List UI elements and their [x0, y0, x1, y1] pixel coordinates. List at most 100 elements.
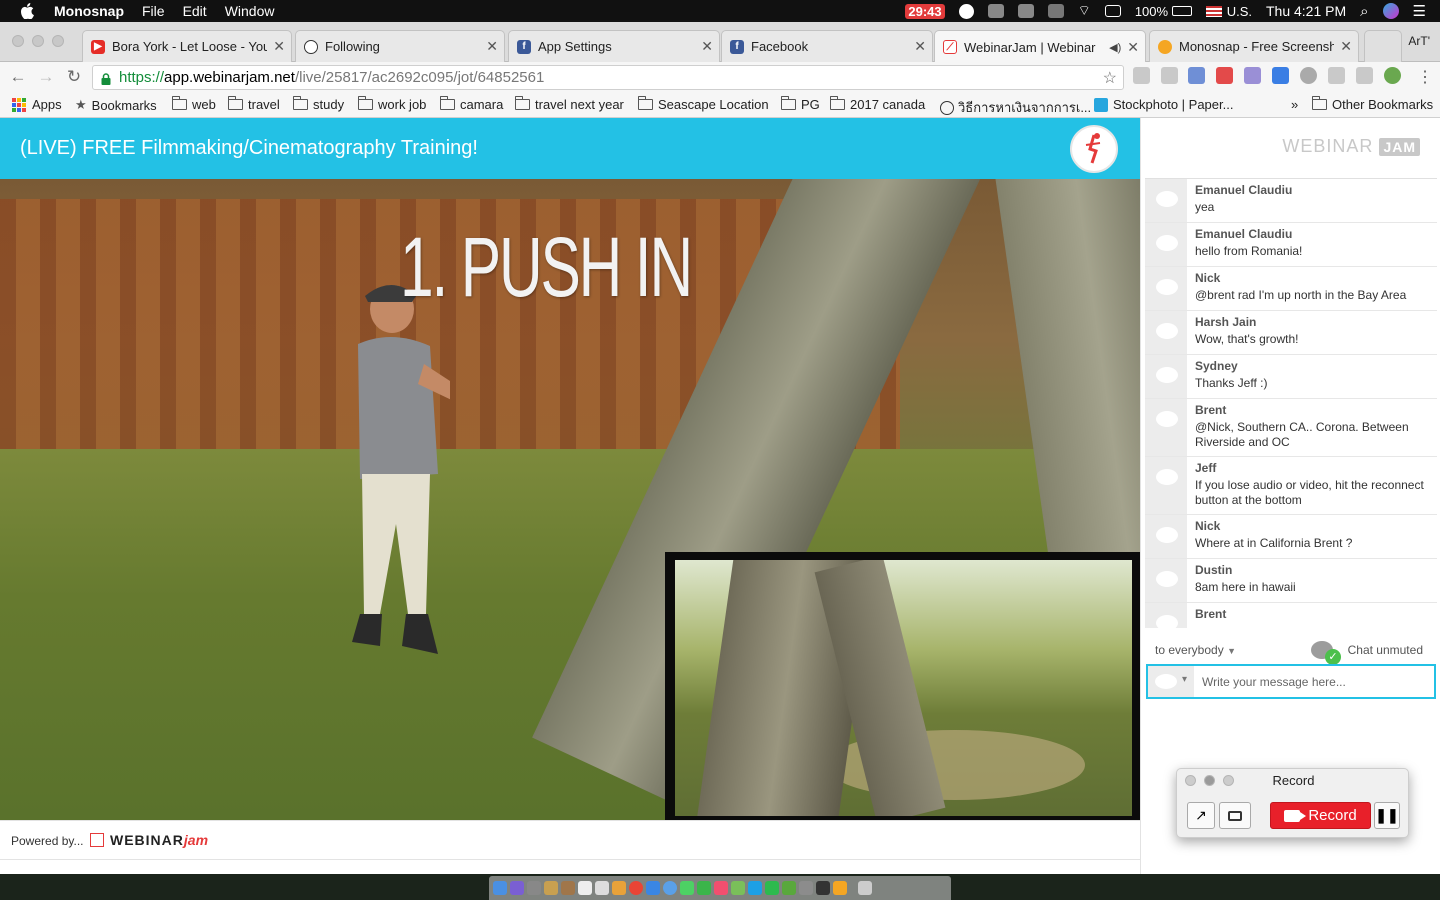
- launchpad-icon[interactable]: [527, 881, 541, 895]
- bookmark-apps[interactable]: Apps: [12, 97, 62, 112]
- close-tab-icon[interactable]: ✕: [486, 38, 498, 55]
- reminders-icon[interactable]: [595, 881, 609, 895]
- extension-earth-icon[interactable]: [1384, 67, 1401, 84]
- new-tab-button[interactable]: [1364, 30, 1402, 62]
- siri-dock-icon[interactable]: [510, 881, 524, 895]
- video-player[interactable]: 1. PUSH IN: [0, 179, 1140, 820]
- bookmark-folder-study[interactable]: study: [293, 96, 344, 112]
- trash-icon[interactable]: [858, 881, 872, 895]
- music-icon[interactable]: [714, 881, 728, 895]
- close-tab-icon[interactable]: ✕: [914, 38, 926, 55]
- draw-arrow-button[interactable]: ↗: [1187, 802, 1215, 829]
- cloud-icon[interactable]: [987, 4, 1004, 18]
- select-area-button[interactable]: [1219, 802, 1251, 829]
- close-tab-icon[interactable]: ✕: [1340, 38, 1352, 55]
- extension-play-icon[interactable]: [1216, 67, 1233, 84]
- reload-icon[interactable]: ↻: [64, 67, 84, 87]
- bookmark-folder-web[interactable]: web: [172, 96, 216, 112]
- chrome-icon[interactable]: [629, 881, 643, 895]
- extension-cloud-icon[interactable]: [1161, 67, 1178, 84]
- forward-icon[interactable]: →: [36, 67, 56, 87]
- record-button[interactable]: Record: [1270, 802, 1371, 829]
- bookmarks-overflow[interactable]: »: [1291, 97, 1298, 112]
- finder-icon[interactable]: [493, 881, 507, 895]
- menu-kebab-icon[interactable]: ⋮: [1417, 67, 1433, 87]
- pause-button[interactable]: ❚❚: [1374, 802, 1400, 829]
- extension-globe-icon[interactable]: [1133, 67, 1150, 84]
- bookmark-star-icon[interactable]: ☆: [1103, 68, 1117, 88]
- bookmark-thai[interactable]: วิธีการหาเงินจากการเ...: [940, 97, 1091, 118]
- photos-icon[interactable]: [612, 881, 626, 895]
- bookmark-folder-2017-canada[interactable]: 2017 canada: [830, 96, 925, 112]
- timer-status[interactable]: 29:43: [905, 3, 945, 19]
- bookmark-folder-work-job[interactable]: work job: [358, 96, 426, 112]
- tab-app-settings[interactable]: f App Settings ✕: [508, 30, 720, 62]
- tab-monosnap[interactable]: Monosnap - Free Screensho ✕: [1149, 30, 1359, 62]
- app-store-icon[interactable]: [646, 881, 660, 895]
- close-tab-icon[interactable]: ✕: [1127, 39, 1139, 56]
- menu-file[interactable]: File: [142, 3, 165, 19]
- tab-webinarjam[interactable]: ⟋ WebinarJam | Webinar ◀) ✕: [934, 30, 1146, 63]
- menu-app-name[interactable]: Monosnap: [54, 3, 124, 19]
- extension-card-icon[interactable]: [1328, 67, 1345, 84]
- airplay-icon[interactable]: [1104, 5, 1121, 17]
- extension-php-icon[interactable]: [1244, 67, 1261, 84]
- chat-message-list[interactable]: Emanuel Claudiu yea Emanuel Claudiu hello …: [1145, 178, 1437, 628]
- recipient-dropdown[interactable]: to everybody ▼: [1155, 643, 1236, 657]
- system-preferences-icon[interactable]: [799, 881, 813, 895]
- close-tab-icon[interactable]: ✕: [701, 38, 713, 55]
- siri-icon[interactable]: [1382, 3, 1399, 19]
- notes-icon[interactable]: [544, 881, 558, 895]
- address-bar[interactable]: https://app.webinarjam.net/live/25817/ac…: [92, 65, 1124, 90]
- input-source[interactable]: U.S.: [1205, 4, 1252, 19]
- facetime-icon[interactable]: [697, 881, 711, 895]
- minimize-window-button[interactable]: [32, 35, 44, 47]
- bookmark-bookmarks[interactable]: ★ Bookmarks: [75, 97, 157, 113]
- tab-youtube[interactable]: ▶ Bora York - Let Loose - You ✕: [82, 30, 292, 62]
- bookmark-folder-travel-next-year[interactable]: travel next year: [515, 96, 624, 112]
- extension-badge-icon[interactable]: [1272, 67, 1289, 84]
- bookmark-folder-camara[interactable]: camara: [440, 96, 503, 112]
- extension-cloud2-icon[interactable]: [1356, 67, 1373, 84]
- menu-edit[interactable]: Edit: [183, 3, 207, 19]
- alert-icon[interactable]: [1017, 4, 1034, 18]
- messages-icon[interactable]: [680, 881, 694, 895]
- bookmark-other[interactable]: Other Bookmarks: [1312, 96, 1433, 112]
- extension-upload-icon[interactable]: [1188, 67, 1205, 84]
- webinarjam-brand[interactable]: WEBINAR jam: [90, 832, 208, 848]
- safari-icon[interactable]: [663, 881, 677, 895]
- monosnap-dock-icon[interactable]: [833, 881, 847, 895]
- wifi-icon[interactable]: ⌔: [1078, 2, 1091, 20]
- apple-icon[interactable]: [20, 3, 34, 19]
- close-window-button[interactable]: [12, 35, 24, 47]
- battery-status[interactable]: 100%: [1135, 4, 1192, 19]
- clock[interactable]: Thu 4:21 PM: [1266, 3, 1346, 19]
- bookmark-folder-pg[interactable]: PG: [781, 96, 820, 112]
- speaker-icon[interactable]: ◀): [1109, 41, 1121, 54]
- extension-speed-icon[interactable]: [1300, 67, 1317, 84]
- notification-center-icon[interactable]: ☰: [1413, 2, 1426, 20]
- evernote-icon[interactable]: [782, 881, 796, 895]
- screen-icon[interactable]: [1047, 4, 1064, 18]
- chat-message-input[interactable]: [1202, 672, 1426, 692]
- contacts-icon[interactable]: [561, 881, 575, 895]
- emoji-picker-button[interactable]: [1148, 666, 1194, 697]
- calendar-icon[interactable]: [578, 881, 592, 895]
- back-icon[interactable]: ←: [8, 67, 28, 87]
- line-icon[interactable]: [765, 881, 779, 895]
- profile-button[interactable]: ArT': [1408, 34, 1430, 48]
- zoom-window-button[interactable]: [52, 35, 64, 47]
- bookmark-folder-travel[interactable]: travel: [228, 96, 280, 112]
- tab-facebook[interactable]: f Facebook ✕: [721, 30, 933, 62]
- chat-mute-toggle[interactable]: Chat unmuted: [1310, 641, 1423, 665]
- tab-following[interactable]: Following ✕: [295, 30, 505, 62]
- spotlight-icon[interactable]: ⌕: [1360, 3, 1368, 20]
- close-tab-icon[interactable]: ✕: [273, 38, 285, 55]
- maps-icon[interactable]: [731, 881, 745, 895]
- menu-window[interactable]: Window: [225, 3, 275, 19]
- bolt-icon[interactable]: [958, 3, 974, 19]
- bookmark-stockphoto[interactable]: Stockphoto | Paper...: [1094, 97, 1233, 112]
- terminal-icon[interactable]: [816, 881, 830, 895]
- bookmark-folder-seascape[interactable]: Seascape Location: [638, 96, 769, 112]
- skype-icon[interactable]: [748, 881, 762, 895]
